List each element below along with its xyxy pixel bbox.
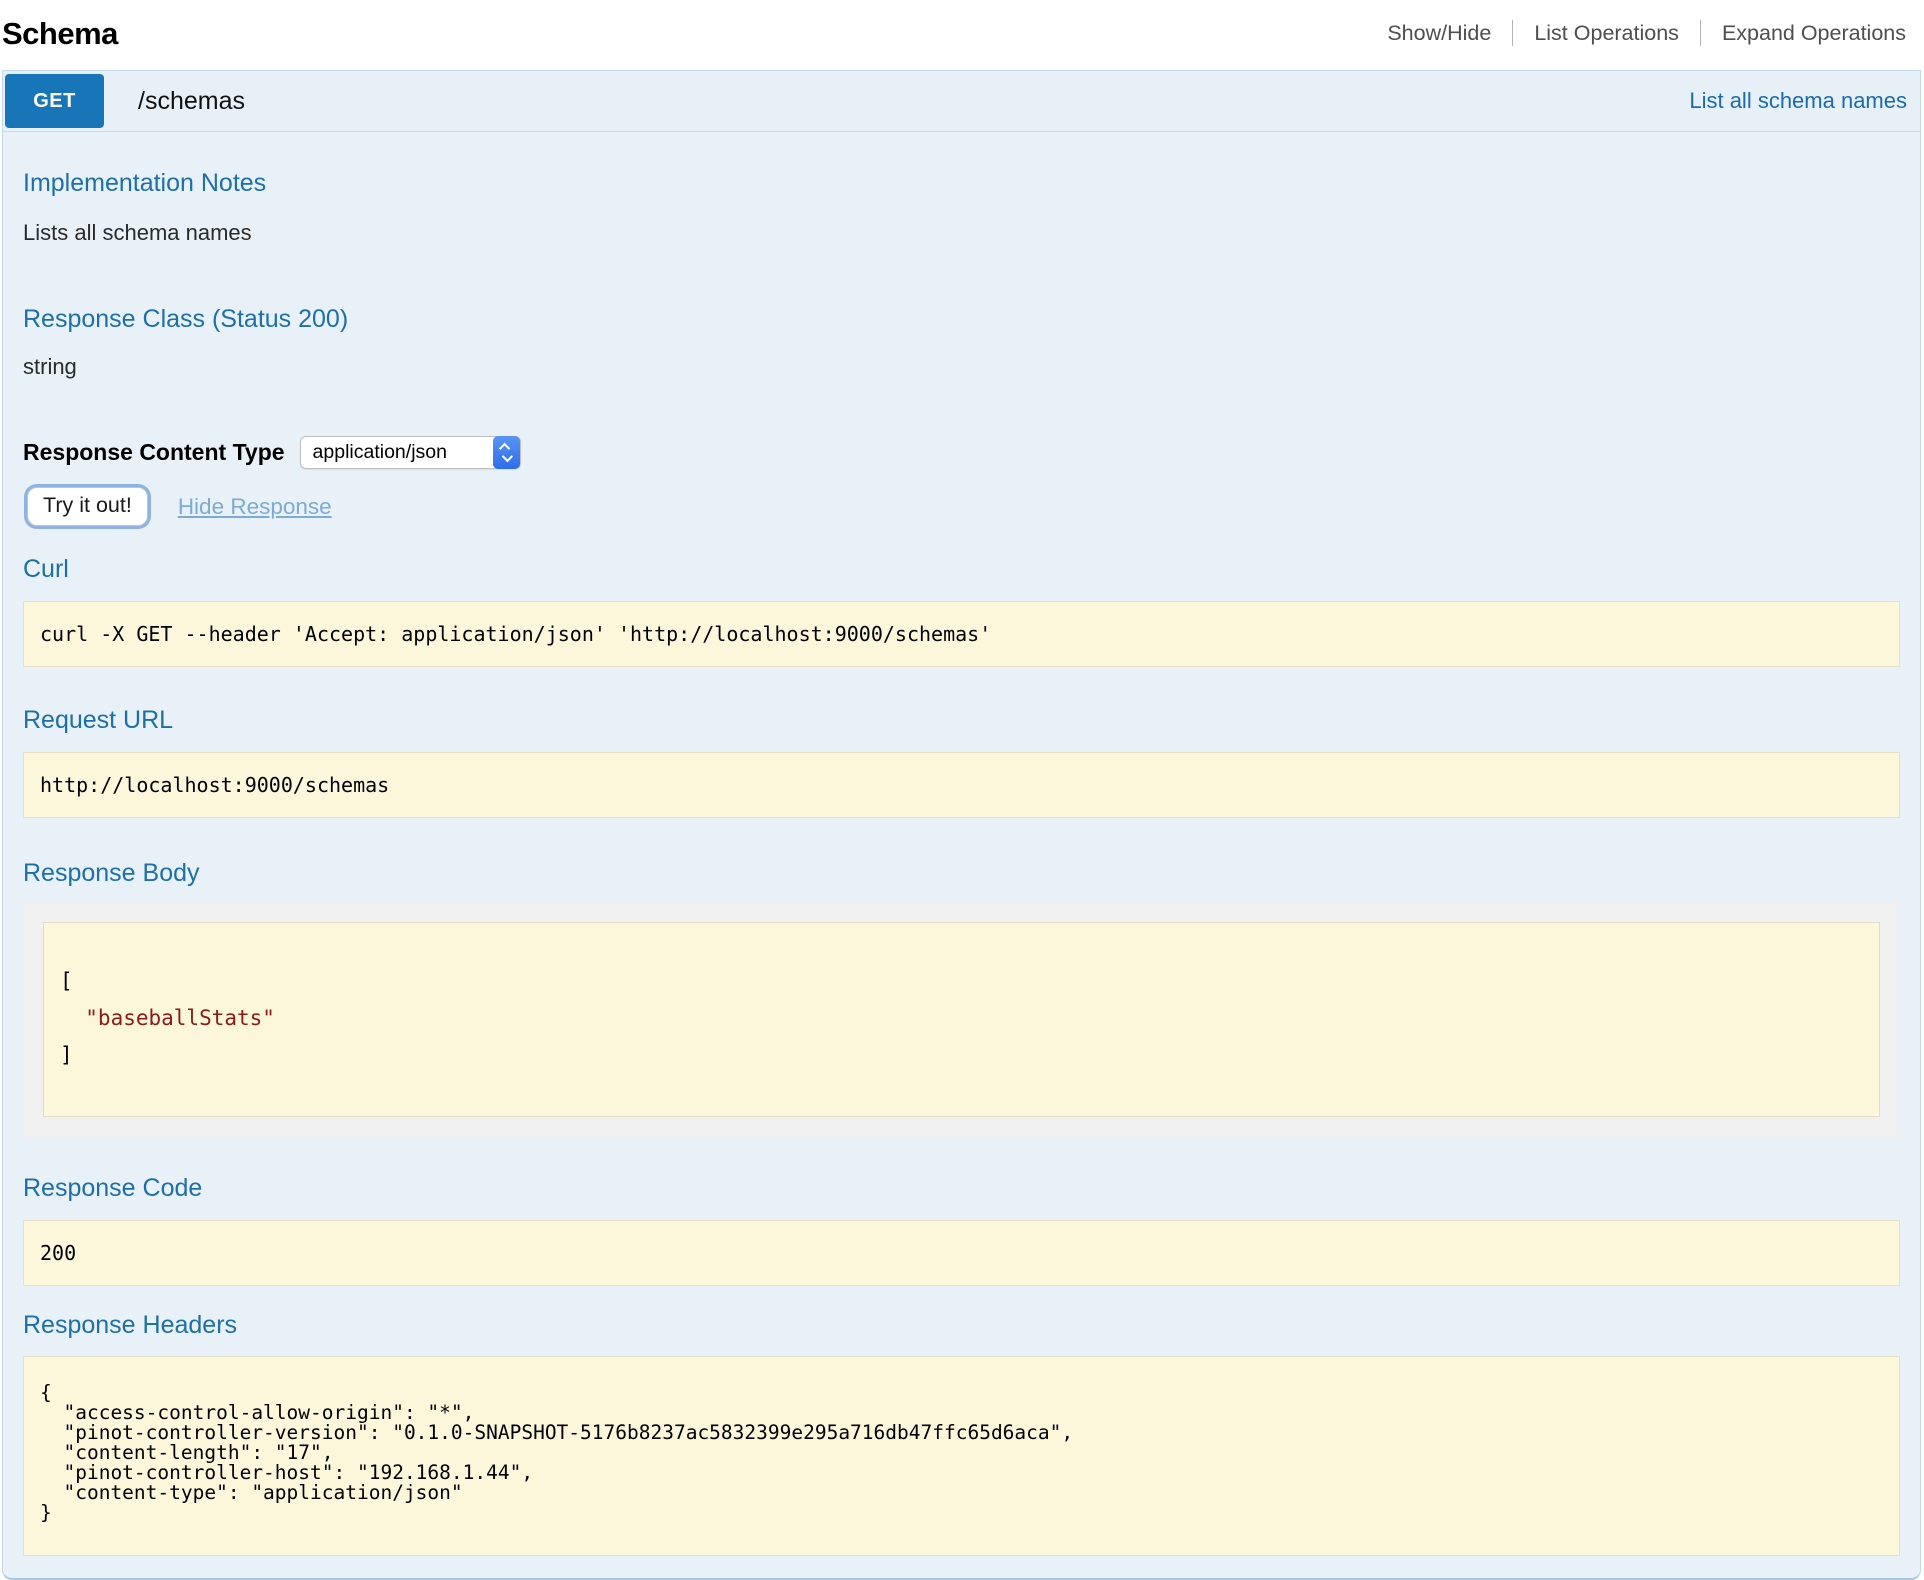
page-title: Schema (2, 16, 118, 52)
try-it-out-button[interactable]: Try it out! (27, 487, 148, 526)
up-down-chevrons-icon (493, 436, 520, 469)
operation-heading-row[interactable]: GET /schemas List all schema names (2, 70, 1921, 132)
list-operations-link[interactable]: List Operations (1512, 20, 1700, 46)
hide-response-link[interactable]: Hide Response (178, 494, 332, 520)
endpoint-path-link[interactable]: /schemas (138, 87, 245, 116)
response-class-type: string (23, 354, 1900, 380)
endpoint-summary-link[interactable]: List all schema names (1689, 88, 1907, 114)
curl-command: curl -X GET --header 'Accept: applicatio… (23, 601, 1900, 667)
response-code-heading: Response Code (23, 1173, 1900, 1203)
headers-line: "access-control-allow-origin": "*", (40, 1403, 1883, 1423)
operation-content-panel: Implementation Notes Lists all schema na… (2, 132, 1921, 1580)
implementation-notes-text: Lists all schema names (23, 220, 1900, 246)
request-url-heading: Request URL (23, 705, 1900, 735)
resource-links: Show/Hide List Operations Expand Operati… (1366, 20, 1908, 52)
http-method-get-badge[interactable]: GET (5, 74, 104, 128)
show-hide-link[interactable]: Show/Hide (1366, 20, 1512, 46)
headers-line: } (40, 1503, 1883, 1523)
headers-line: "content-type": "application/json" (40, 1483, 1883, 1503)
headers-line: "pinot-controller-version": "0.1.0-SNAPS… (40, 1423, 1883, 1443)
response-class-heading: Response Class (Status 200) (23, 304, 1900, 334)
json-close-bracket: ] (60, 1037, 1863, 1074)
curl-heading: Curl (23, 554, 1900, 584)
response-body-container: ["baseballStats"] (23, 902, 1900, 1137)
page-header: Schema Show/Hide List Operations Expand … (0, 0, 1924, 52)
headers-line: "content-length": "17", (40, 1443, 1883, 1463)
json-string-value: "baseballStats" (60, 1000, 1863, 1037)
response-headers-json: { "access-control-allow-origin": "*", "p… (23, 1356, 1900, 1556)
headers-line: "pinot-controller-host": "192.168.1.44", (40, 1463, 1883, 1483)
response-body-heading: Response Body (23, 858, 1900, 888)
actions-row: Try it out! Hide Response (23, 487, 1900, 526)
response-content-type-select[interactable]: application/json (300, 436, 521, 469)
response-body-json: ["baseballStats"] (43, 922, 1880, 1117)
headers-line: { (40, 1383, 1883, 1403)
expand-operations-link[interactable]: Expand Operations (1700, 20, 1908, 46)
request-url-value: http://localhost:9000/schemas (23, 752, 1900, 818)
response-code-value: 200 (23, 1220, 1900, 1286)
operation-get-schemas: GET /schemas List all schema names Imple… (2, 70, 1921, 1580)
implementation-notes-heading: Implementation Notes (23, 168, 1900, 198)
response-content-type-row: Response Content Type application/json (23, 436, 1900, 469)
json-open-bracket: [ (60, 963, 1863, 1000)
response-content-type-label: Response Content Type (23, 439, 285, 466)
selected-content-type: application/json (313, 441, 447, 464)
response-headers-heading: Response Headers (23, 1310, 1900, 1340)
